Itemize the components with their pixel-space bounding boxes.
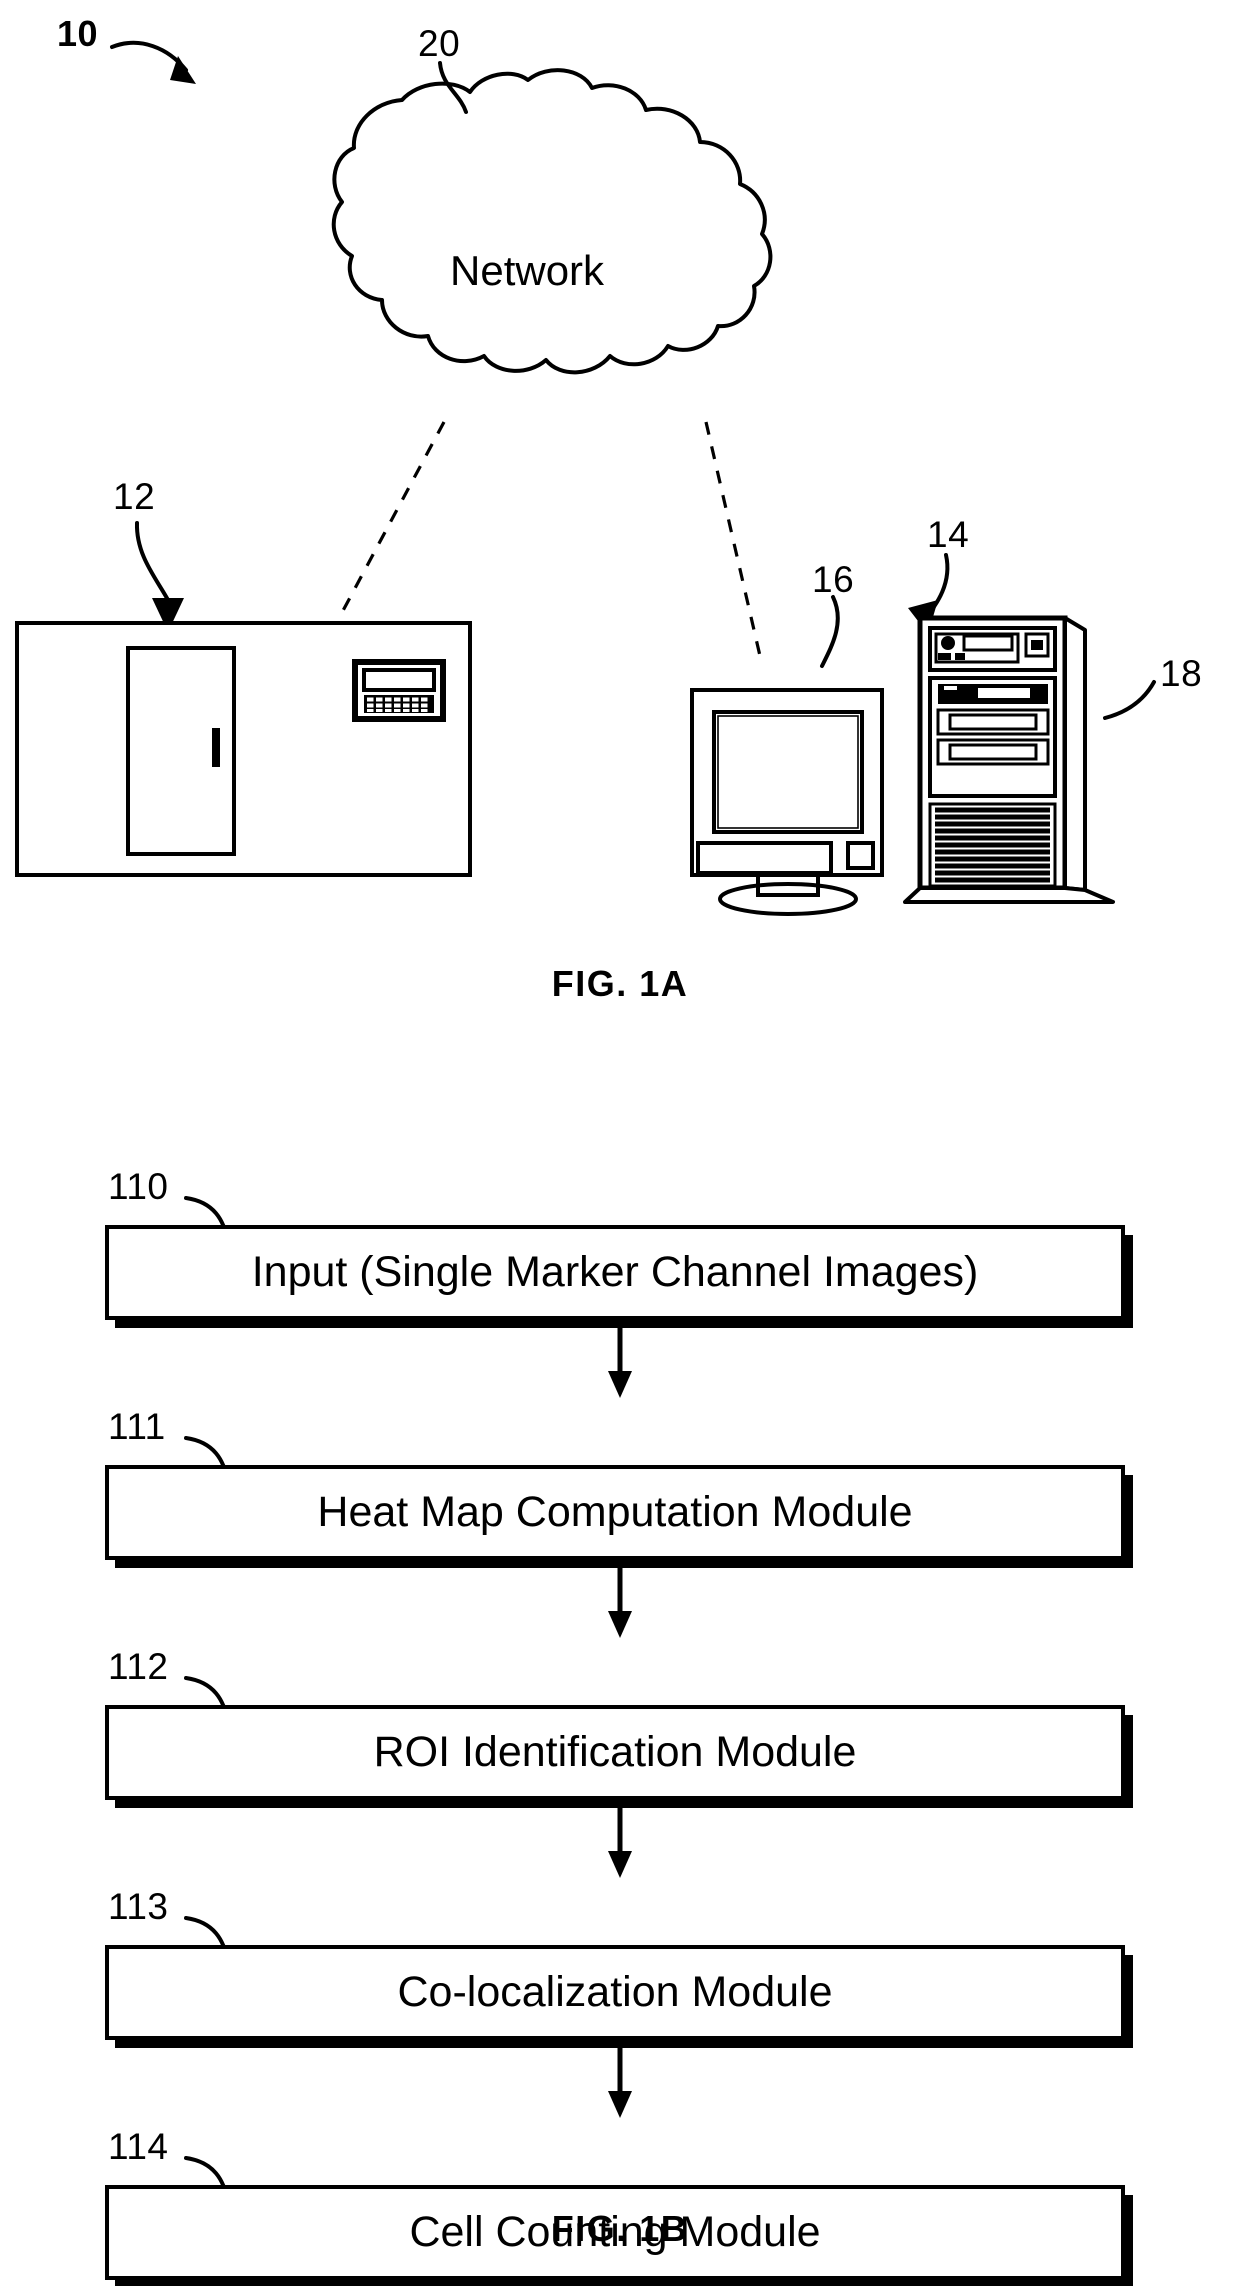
network-cloud-label: Network [450, 247, 605, 294]
leader-arrow-10 [110, 40, 196, 84]
dashed-link-cloud-computer [704, 421, 762, 657]
monitor-graphic [690, 688, 884, 916]
flow-step-heat-map-computation-label: Heat Map Computation Module [317, 1488, 913, 1536]
reference-numeral-20: 20 [418, 23, 461, 64]
tower-vent-louvers [928, 802, 1057, 888]
network-cloud-shape [331, 68, 773, 375]
reference-numeral-18: 18 [1160, 653, 1203, 694]
reference-numeral-12: 12 [113, 476, 156, 517]
flow-step-roi-identification-label: ROI Identification Module [373, 1728, 857, 1776]
scanner-instrument-graphic [15, 621, 472, 877]
reference-numeral-16: 16 [812, 559, 855, 600]
flow-step-co-localization-label: Co-localization Module [397, 1968, 833, 2016]
flow-arrow-113-114 [608, 2040, 632, 2118]
reference-numeral-114: 114 [108, 2126, 169, 2167]
flow-step-input-label: Input (Single Marker Channel Images) [251, 1248, 979, 1296]
figure-1b-caption: FIG. 1B [551, 2208, 689, 2249]
flow-step-roi-identification[interactable]: ROI Identification Module [105, 1705, 1125, 1800]
leader-line-16 [820, 595, 840, 668]
fig1a-linework [15, 40, 1156, 916]
computer-tower-graphic [903, 615, 1115, 904]
leader-arrow-12 [134, 521, 184, 632]
flow-arrow-112-113 [608, 1800, 632, 1878]
reference-numeral-110: 110 [108, 1166, 169, 1207]
dashed-link-cloud-scanner [336, 421, 446, 621]
leader-line-18 [1103, 680, 1156, 720]
flow-step-heat-map-computation[interactable]: Heat Map Computation Module [105, 1465, 1125, 1560]
figure-1b: 110 Input (Single Marker Channel Images)… [0, 1100, 1240, 2286]
scanner-keypad [364, 695, 434, 713]
reference-numeral-111: 111 [108, 1406, 166, 1447]
flow-arrow-110-111 [608, 1320, 632, 1398]
figure-1a-caption: FIG. 1A [551, 963, 689, 1004]
flow-arrow-111-112 [608, 1560, 632, 1638]
reference-numeral-14: 14 [927, 514, 970, 555]
flow-step-co-localization[interactable]: Co-localization Module [105, 1945, 1125, 2040]
flow-step-input[interactable]: Input (Single Marker Channel Images) [105, 1225, 1125, 1320]
figure-1a: 10 Network 20 12 14 16 18 FIG. 1A [0, 0, 1240, 1030]
reference-numeral-112: 112 [108, 1646, 169, 1687]
reference-numeral-113: 113 [108, 1886, 169, 1927]
